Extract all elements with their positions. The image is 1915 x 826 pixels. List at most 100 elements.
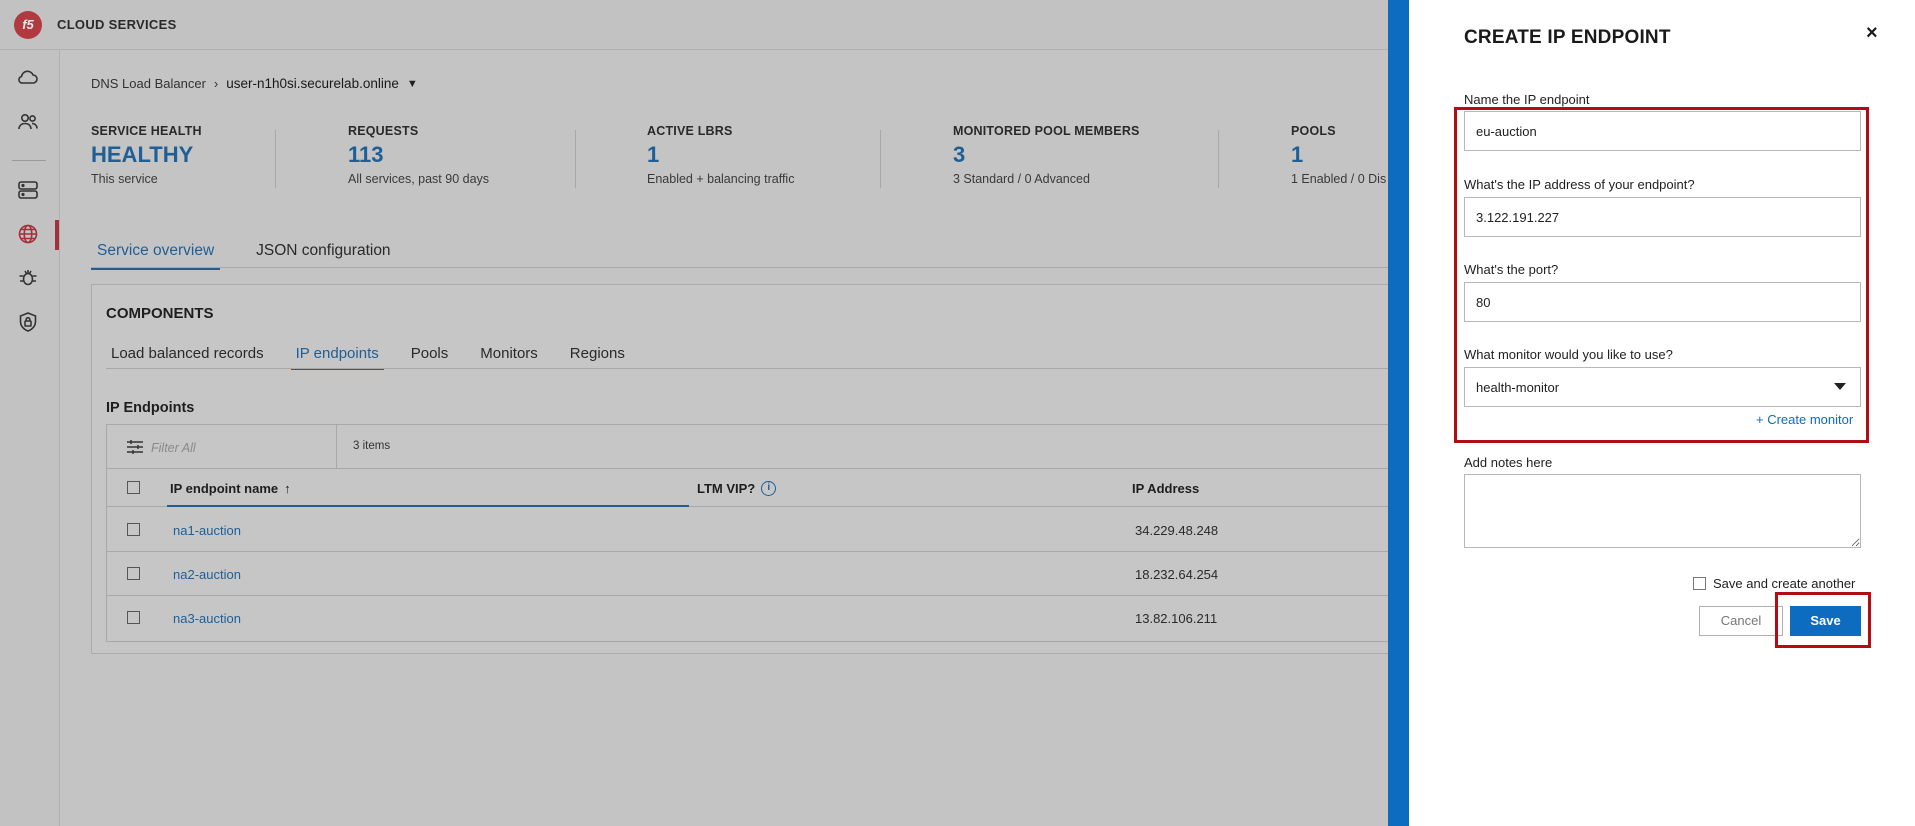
filter-input[interactable]: Filter All <box>151 441 196 455</box>
stat-service-health: SERVICE HEALTH HEALTHY This service <box>91 124 202 186</box>
endpoint-ip: 18.232.64.254 <box>1135 567 1219 582</box>
monitor-select[interactable]: health-monitor <box>1464 367 1861 407</box>
shield-lock-icon[interactable] <box>16 310 40 334</box>
nav-active-indicator <box>55 220 59 250</box>
stat-sub: 3 Standard / 0 Advanced <box>953 172 1090 186</box>
table-header: IP endpoint name ↑ LTM VIP? i IP Address <box>107 469 1395 507</box>
ip-label: What's the IP address of your endpoint? <box>1464 177 1695 192</box>
stat-sub: Enabled + balancing traffic <box>647 172 795 186</box>
chevron-right-icon: › <box>213 76 219 91</box>
row-checkbox[interactable] <box>127 567 140 580</box>
stat-active-lbrs: ACTIVE LBRS 1 Enabled + balancing traffi… <box>647 124 794 186</box>
monitor-selected-value: health-monitor <box>1476 380 1560 395</box>
side-nav <box>0 50 60 826</box>
save-another-label: Save and create another <box>1713 576 1856 591</box>
column-label: IP endpoint name <box>170 481 279 496</box>
chevron-down-icon[interactable] <box>1834 383 1846 390</box>
stat-value: HEALTHY <box>91 142 194 167</box>
cancel-button[interactable]: Cancel <box>1699 606 1783 636</box>
tab-service-overview[interactable]: Service overview <box>91 242 221 270</box>
stat-divider <box>1218 130 1219 188</box>
notes-textarea[interactable] <box>1464 474 1861 548</box>
endpoint-name-link[interactable]: na3-auction <box>173 611 241 626</box>
subtabs-divider <box>106 368 1396 369</box>
table-row[interactable]: na2-auction 18.232.64.254 <box>107 552 1395 596</box>
stat-divider <box>275 130 276 188</box>
breadcrumb-current[interactable]: user-n1h0si.securelab.online <box>226 76 399 91</box>
save-button[interactable]: Save <box>1790 606 1861 636</box>
stat-label: REQUESTS <box>348 124 419 138</box>
port-label: What's the port? <box>1464 262 1559 277</box>
stat-monitored-pool-members: MONITORED POOL MEMBERS 3 3 Standard / 0 … <box>953 124 1140 186</box>
create-ip-endpoint-panel: CREATE IP ENDPOINT × Name the IP endpoin… <box>1409 0 1915 826</box>
caret-down-icon[interactable]: ▼ <box>407 78 418 90</box>
table-row[interactable]: na3-auction 13.82.106.211 <box>107 596 1395 640</box>
table-row[interactable]: na1-auction 34.229.48.248 <box>107 508 1395 552</box>
tab-monitors[interactable]: Monitors <box>475 345 543 370</box>
server-icon[interactable] <box>16 178 40 202</box>
panel-accent-bar <box>1388 0 1409 826</box>
sort-arrow-up-icon[interactable]: ↑ <box>284 481 291 496</box>
name-label: Name the IP endpoint <box>1464 92 1590 107</box>
save-another-checkbox[interactable] <box>1693 577 1706 590</box>
endpoint-name-link[interactable]: na1-auction <box>173 523 241 538</box>
info-icon[interactable]: i <box>761 481 777 496</box>
stat-label: POOLS <box>1291 124 1336 138</box>
panel-title: CREATE IP ENDPOINT <box>1464 27 1671 48</box>
breadcrumb-parent[interactable]: DNS Load Balancer <box>91 76 206 91</box>
sort-underline <box>167 505 689 507</box>
create-monitor-link[interactable]: + Create monitor <box>1756 412 1853 427</box>
column-ltm-vip[interactable]: LTM VIP? i <box>697 481 777 496</box>
tab-ip-endpoints[interactable]: IP endpoints <box>290 345 384 370</box>
tab-regions[interactable]: Regions <box>565 345 630 370</box>
filter-divider <box>336 425 337 469</box>
ip-endpoints-table: Filter All 3 items IP endpoint name ↑ LT… <box>106 424 1396 642</box>
users-icon[interactable] <box>16 110 40 134</box>
main-tabs: Service overview JSON configuration <box>91 242 397 270</box>
filter-sliders-icon[interactable] <box>125 437 145 457</box>
globe-icon[interactable] <box>16 222 40 246</box>
stat-sub: This service <box>91 172 158 186</box>
close-icon[interactable]: × <box>1866 22 1878 45</box>
bug-icon[interactable] <box>16 266 40 290</box>
endpoint-name-input[interactable] <box>1464 111 1861 151</box>
item-count: 3 items <box>353 440 391 452</box>
stat-value: 3 <box>953 142 966 167</box>
column-label: LTM VIP? <box>697 481 756 496</box>
column-label: IP Address <box>1132 481 1200 496</box>
stat-divider <box>880 130 881 188</box>
stat-pools: POOLS 1 1 Enabled / 0 Dis <box>1291 124 1386 186</box>
endpoint-ip: 13.82.106.211 <box>1135 611 1218 626</box>
components-card: COMPONENTS Load balanced records IP endp… <box>91 284 1396 654</box>
tab-load-balanced-records[interactable]: Load balanced records <box>106 345 269 370</box>
endpoint-ip: 34.229.48.248 <box>1135 523 1219 538</box>
nav-divider <box>12 160 46 161</box>
endpoint-name-link[interactable]: na2-auction <box>173 567 241 582</box>
stat-value: 1 <box>647 142 660 167</box>
notes-label: Add notes here <box>1464 455 1553 470</box>
cloud-icon[interactable] <box>16 65 40 89</box>
stat-sub: All services, past 90 days <box>348 172 490 186</box>
tabs-divider <box>91 267 1391 268</box>
stat-sub: 1 Enabled / 0 Dis <box>1291 172 1387 186</box>
port-input[interactable] <box>1464 282 1861 322</box>
stat-label: SERVICE HEALTH <box>91 124 202 138</box>
stat-divider <box>575 130 576 188</box>
tab-json-configuration[interactable]: JSON configuration <box>250 242 396 270</box>
f5-logo[interactable]: f5 <box>14 11 42 39</box>
app-title: CLOUD SERVICES <box>57 17 177 32</box>
row-checkbox[interactable] <box>127 523 140 536</box>
save-and-create-another[interactable]: Save and create another <box>1693 576 1855 591</box>
ip-address-input[interactable] <box>1464 197 1861 237</box>
column-ip-address[interactable]: IP Address <box>1132 481 1199 496</box>
stat-value: 113 <box>348 142 384 167</box>
breadcrumb: DNS Load Balancer › user-n1h0si.securela… <box>91 76 418 91</box>
components-tabs: Load balanced records IP endpoints Pools… <box>106 345 630 370</box>
monitor-label: What monitor would you like to use? <box>1464 347 1673 362</box>
stat-label: ACTIVE LBRS <box>647 124 733 138</box>
stat-value: 1 <box>1291 142 1304 167</box>
column-ip-endpoint-name[interactable]: IP endpoint name ↑ <box>170 481 291 496</box>
tab-pools[interactable]: Pools <box>406 345 454 370</box>
select-all-checkbox[interactable] <box>127 481 140 494</box>
row-checkbox[interactable] <box>127 611 140 624</box>
